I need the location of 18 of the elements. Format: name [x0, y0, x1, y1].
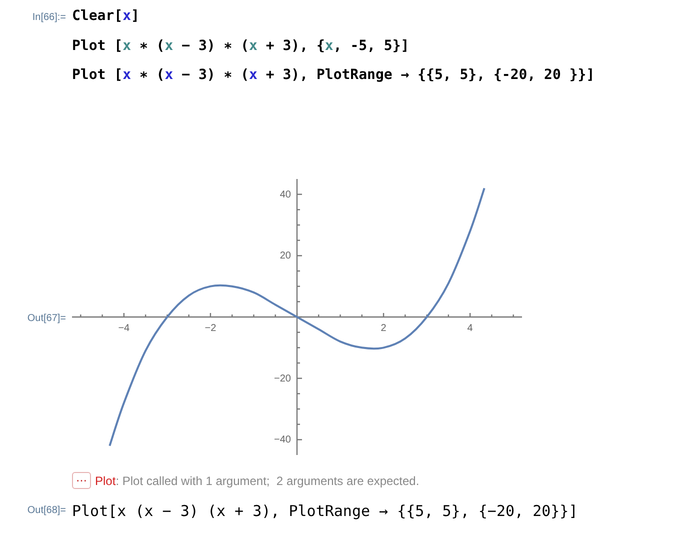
- message-text: : Plot called with 1 argument; 2 arguments are expected.: [116, 472, 420, 490]
- message-symbol: Plot: [95, 472, 116, 490]
- tick-label: 4: [467, 322, 473, 334]
- code-line: Plot [x ∗ (x − 3) ∗ (x + 3), PlotRange → {{5, 5}, {-20, 20 }}]: [72, 66, 595, 85]
- tick-label: 2: [380, 322, 386, 334]
- tick-label: −20: [274, 372, 291, 384]
- tick-label: −40: [274, 434, 291, 446]
- code-line: Plot [x ∗ (x − 3) ∗ (x + 3), {x, -5, 5}]: [72, 36, 410, 56]
- code-line: Clear[x]: [72, 7, 140, 26]
- cell-label: Out[67]=: [26, 312, 67, 326]
- tick-label: 20: [280, 250, 291, 262]
- tick-label: −2: [204, 322, 216, 334]
- output-expression: Plot[x (x − 3) (x + 3), PlotRange → {{5, 5}, {−20, 20}}]: [72, 500, 578, 522]
- message-menu-button[interactable]: ⋯: [72, 472, 91, 489]
- tick-label: 40: [280, 188, 291, 200]
- tick-label: −4: [118, 322, 130, 334]
- cell-label: In[66]:=: [31, 11, 67, 25]
- cell-label: Out[68]=: [26, 504, 67, 518]
